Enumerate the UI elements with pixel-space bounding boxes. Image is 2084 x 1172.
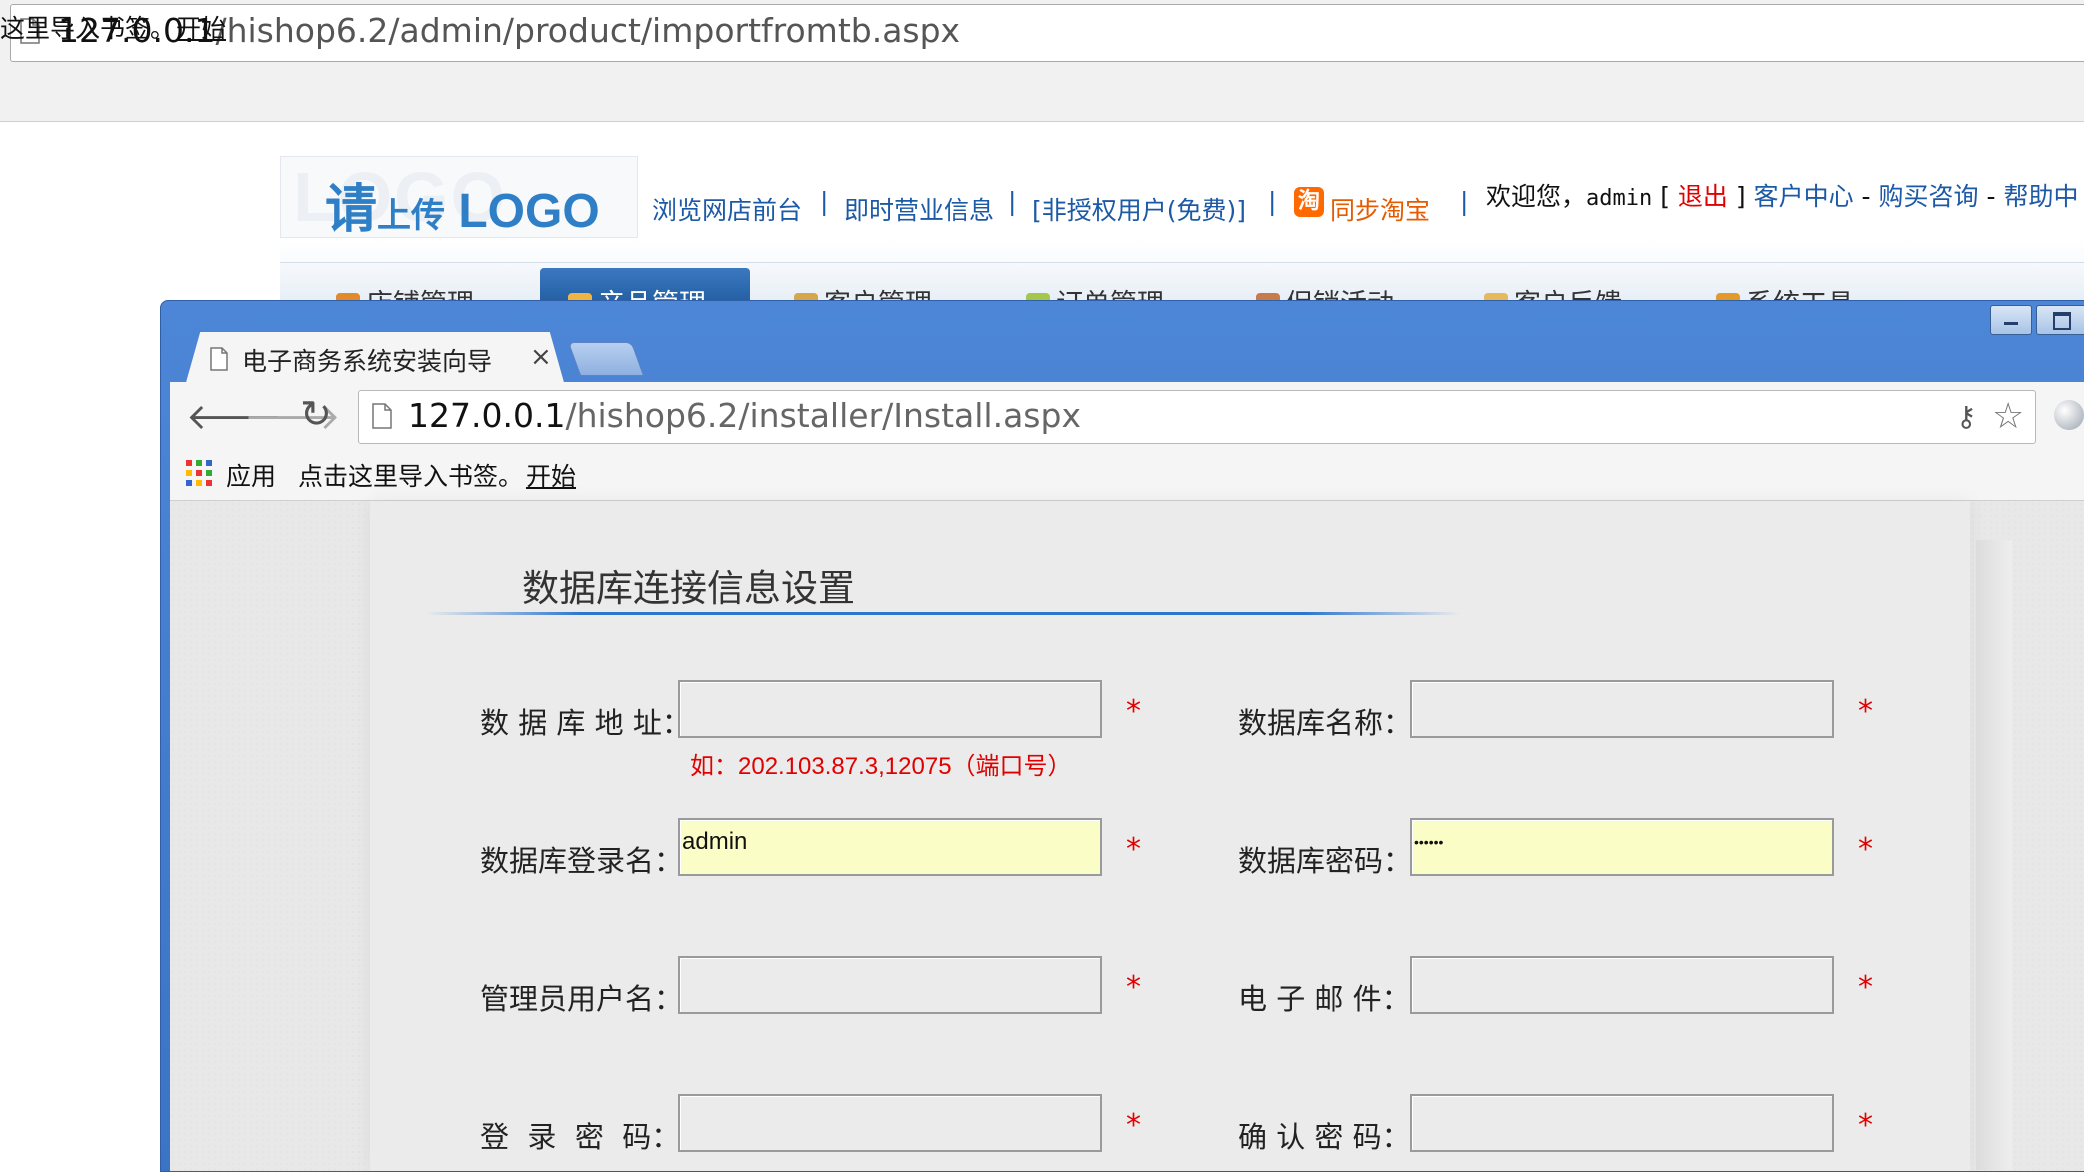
separator: | [1268, 187, 1277, 216]
apps-grid-icon[interactable] [186, 460, 212, 486]
required-mark: * [1126, 1108, 1141, 1143]
separator: | [1008, 187, 1017, 216]
required-mark: * [1126, 832, 1141, 867]
section-divider [426, 612, 1460, 615]
customer-center-link[interactable]: 客户中心 [1754, 182, 1854, 211]
email-input[interactable] [1410, 956, 1834, 1014]
tab-close-icon[interactable]: × [530, 342, 552, 372]
required-mark: * [1858, 1108, 1873, 1143]
bookmark-start-link[interactable]: 开始 [176, 9, 226, 45]
db-user-label: 数据库登录名： [480, 844, 684, 878]
panel-shadow [1976, 540, 2012, 1170]
help-link[interactable]: 帮助中 [2003, 182, 2078, 211]
username: admin [1586, 186, 1653, 211]
section-title: 数据库连接信息设置 [522, 567, 855, 610]
required-mark: * [1858, 694, 1873, 729]
business-info-link[interactable]: 即时营业信息 [844, 191, 994, 227]
admin-user-label: 管理员用户名： [480, 982, 684, 1016]
welcome-bar: 欢迎您，admin [ 退出 ] 客户中心 - 购买咨询 - 帮助中 [1486, 182, 2079, 211]
db-name-input[interactable] [1410, 680, 1834, 738]
url-path: /hishop6.2/admin/product/importfromtb.as… [215, 11, 961, 50]
license-link[interactable]: [非授权用户(免费)] [1032, 191, 1246, 227]
bookmark-start-link[interactable]: 开始 [526, 457, 576, 493]
bookmark-apps-link[interactable]: 应用 [226, 457, 276, 493]
db-name-label: 数据库名称： [1238, 706, 1413, 740]
storefront-link[interactable]: 浏览网店前台 [652, 191, 802, 227]
minimize-button[interactable] [1990, 305, 2032, 335]
maximize-button[interactable] [2036, 305, 2084, 335]
purchase-consult-link[interactable]: 购买咨询 [1879, 182, 1979, 211]
email-label: 电 子 邮 件： [1238, 982, 1411, 1016]
extension-globe-icon[interactable] [2054, 400, 2084, 430]
separator: | [1460, 187, 1469, 216]
logo-text: 请上传 LOGO [325, 181, 600, 239]
tab-title: 电子商务系统安装向导 [242, 347, 493, 376]
db-password-label: 数据库密码： [1238, 844, 1413, 878]
confirm-password-label: 确 认 密 码： [1238, 1120, 1411, 1154]
db-address-label: 数 据 库 地 址： [480, 706, 691, 740]
required-mark: * [1126, 970, 1141, 1005]
bookmark-star-icon[interactable]: ☆ [1992, 396, 2024, 437]
confirm-password-input[interactable] [1410, 1094, 1834, 1152]
sync-taobao-link[interactable]: 同步淘宝 [1330, 191, 1430, 227]
taobao-icon: 淘 [1294, 187, 1324, 217]
logo[interactable]: LOGO 请上传 LOGO [280, 156, 638, 239]
logout-link[interactable]: 退出 [1678, 182, 1728, 211]
background-bookmarks-bar [0, 71, 2084, 122]
db-address-input[interactable] [678, 680, 1102, 738]
new-tab-button[interactable] [567, 342, 645, 376]
db-user-input[interactable]: admin [678, 818, 1102, 876]
login-password-input[interactable] [678, 1094, 1102, 1152]
bookmark-import-link[interactable]: 点击这里导入书签。 [298, 457, 523, 493]
page-icon [372, 403, 392, 429]
bookmark-import-link[interactable]: 这里导入书签。 [0, 9, 175, 45]
reload-icon[interactable]: ↻ [300, 392, 332, 436]
key-icon[interactable]: ⚷ [1956, 400, 1977, 433]
required-mark: * [1126, 694, 1141, 729]
db-password-input[interactable]: •••••• [1410, 818, 1834, 876]
page-icon [210, 347, 228, 371]
admin-user-input[interactable] [678, 956, 1102, 1014]
url-text[interactable]: 127.0.0.1/hishop6.2/installer/Install.as… [408, 396, 1081, 435]
separator: | [820, 187, 829, 216]
required-mark: * [1858, 832, 1873, 867]
login-password-label: 登 录 密 码： [480, 1120, 681, 1154]
db-address-hint: 如：202.103.87.3,12075（端口号） [690, 753, 1072, 780]
required-mark: * [1858, 970, 1873, 1005]
